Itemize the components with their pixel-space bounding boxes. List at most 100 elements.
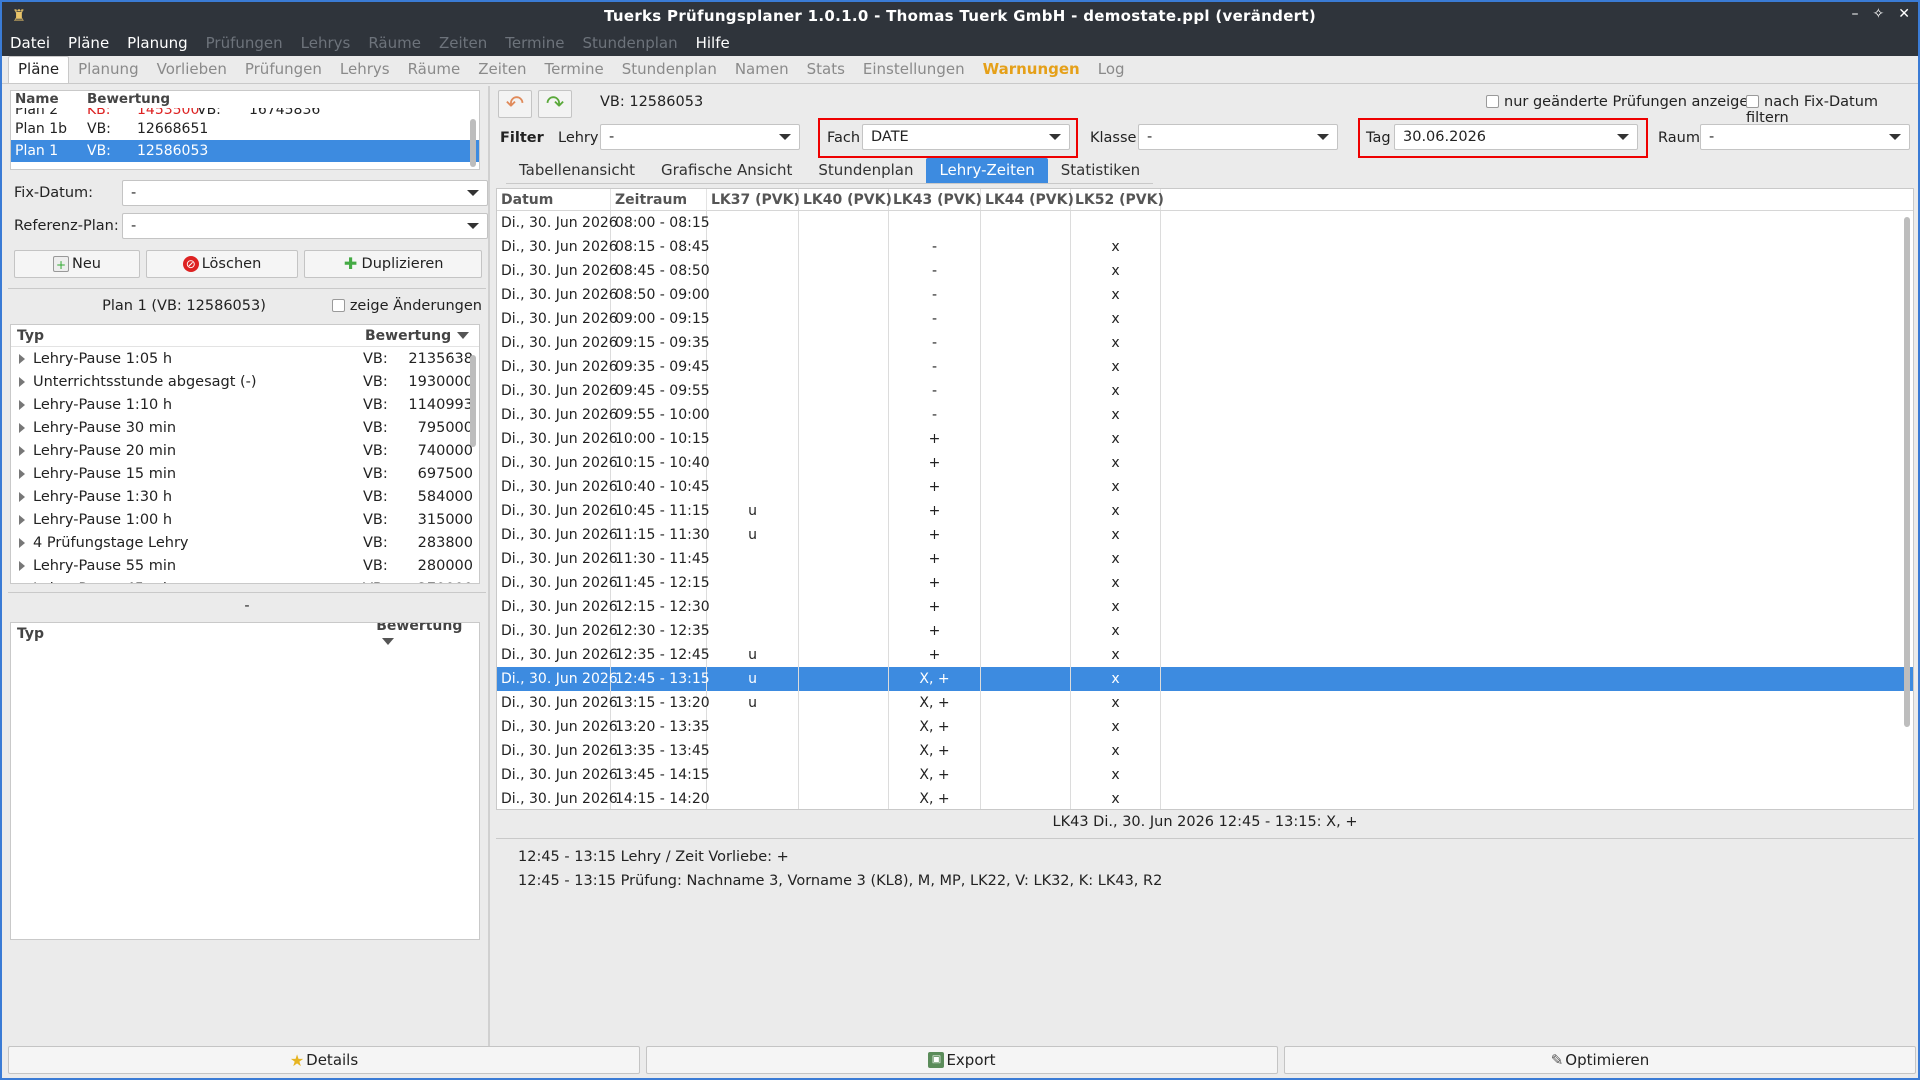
table-row[interactable]: Di., 30. Jun 2026 14:15 - 14:20 X, + x — [497, 787, 1913, 809]
tab-log[interactable]: Log — [1089, 60, 1134, 83]
tab-lehry-zeiten[interactable]: Lehry-Zeiten — [926, 158, 1048, 184]
table-row[interactable]: Di., 30. Jun 2026 09:45 - 09:55 - x — [497, 379, 1913, 403]
optimize-button[interactable]: ✎ Optimieren — [1284, 1046, 1916, 1074]
menu-datei[interactable]: Datei — [10, 34, 50, 52]
rating-row[interactable]: Lehry-Pause 1:05 h VB: 2135638 — [11, 347, 479, 370]
table-row[interactable]: Di., 30. Jun 2026 11:15 - 11:30 u + x — [497, 523, 1913, 547]
menu-hilfe[interactable]: Hilfe — [696, 34, 730, 52]
filter-raum-select[interactable]: - — [1700, 124, 1910, 150]
tab-vorlieben[interactable]: Vorlieben — [148, 60, 236, 83]
table-header-cell[interactable]: LK40 (PVK) — [799, 189, 892, 210]
tab-tabellenansicht[interactable]: Tabellenansicht — [506, 158, 649, 184]
table-scrollbar[interactable] — [1904, 217, 1910, 727]
expand-icon[interactable] — [19, 468, 25, 479]
duplicate-button[interactable]: ✚ Duplizieren — [304, 250, 482, 278]
details-button[interactable]: ★ Details — [8, 1046, 640, 1074]
expand-icon[interactable] — [19, 399, 25, 410]
table-row[interactable]: Di., 30. Jun 2026 12:15 - 12:30 + x — [497, 595, 1913, 619]
table-header-cell[interactable]: Zeitraum — [611, 189, 707, 210]
show-changes-checkbox[interactable]: zeige Änderungen — [331, 298, 482, 314]
tab-plaene[interactable]: Pläne — [8, 56, 70, 83]
expand-icon[interactable] — [19, 537, 25, 548]
expand-icon[interactable] — [19, 445, 25, 456]
plans-row-cut[interactable]: Plan 2 KB: 1453500 VB: 16745836 — [11, 108, 479, 118]
table-row[interactable]: Di., 30. Jun 2026 13:15 - 13:20 u X, + x — [497, 691, 1913, 715]
expand-icon[interactable] — [19, 422, 25, 433]
new-button[interactable]: + Neu — [14, 250, 140, 278]
plans-col-rating[interactable]: Bewertung — [87, 91, 170, 108]
rating-row[interactable]: 4 Prüfungstage Lehry VB: 283800 — [11, 531, 479, 554]
expand-icon[interactable] — [19, 376, 25, 387]
expand-icon[interactable] — [19, 514, 25, 525]
table-row[interactable]: Di., 30. Jun 2026 13:35 - 13:45 X, + x — [497, 739, 1913, 763]
table-row[interactable]: Di., 30. Jun 2026 08:00 - 08:15 — [497, 211, 1913, 235]
rating-row[interactable]: Lehry-Pause 1:30 h VB: 584000 — [11, 485, 479, 508]
table-row[interactable]: Di., 30. Jun 2026 12:30 - 12:35 + x — [497, 619, 1913, 643]
table-row[interactable]: Di., 30. Jun 2026 13:45 - 14:15 X, + x — [497, 763, 1913, 787]
table-row[interactable]: Di., 30. Jun 2026 09:00 - 09:15 - x — [497, 307, 1913, 331]
table-header-cell[interactable]: LK44 (PVK) — [981, 189, 1074, 210]
table-header-cell[interactable]: LK37 (PVK) — [707, 189, 800, 210]
tab-warnungen[interactable]: Warnungen — [974, 60, 1089, 83]
table-header-cell[interactable]: Datum — [497, 189, 611, 210]
plans-scrollbar[interactable] — [470, 119, 476, 167]
close-icon[interactable]: ✕ — [1898, 6, 1910, 22]
splitter[interactable] — [488, 86, 490, 1046]
filter-fixdate-checkbox[interactable]: nach Fix-Datum filtern — [1746, 94, 1916, 126]
fix-date-select[interactable]: - — [122, 180, 488, 206]
table-header-cell[interactable]: LK52 (PVK) — [1071, 189, 1164, 210]
table-row[interactable]: Di., 30. Jun 2026 10:45 - 11:15 u + x — [497, 499, 1913, 523]
table-row[interactable]: Di., 30. Jun 2026 08:50 - 09:00 - x — [497, 283, 1913, 307]
table-row[interactable]: Di., 30. Jun 2026 10:15 - 10:40 + x — [497, 451, 1913, 475]
plans-col-name[interactable]: Name — [15, 91, 87, 108]
rating-row[interactable]: Lehry-Pause 15 min VB: 697500 — [11, 462, 479, 485]
export-button[interactable]: ▣ Export — [646, 1046, 1278, 1074]
maximize-icon[interactable]: ✧ — [1873, 6, 1885, 22]
tab-pruefungen[interactable]: Prüfungen — [236, 60, 331, 83]
rating-col-rating[interactable]: Bewertung — [365, 328, 470, 344]
tab-zeiten[interactable]: Zeiten — [469, 60, 535, 83]
table-row-selected[interactable]: Di., 30. Jun 2026 12:45 - 13:15 u X, + x — [497, 667, 1913, 691]
tab-grafische-ansicht[interactable]: Grafische Ansicht — [648, 158, 806, 184]
rating-row[interactable]: Unterrichtsstunde abgesagt (-) VB: 1930000 — [11, 370, 479, 393]
filter-tag-select[interactable]: 30.06.2026 — [1394, 124, 1638, 150]
rating-col-type[interactable]: Typ — [17, 328, 365, 344]
detail-col-type[interactable]: Typ — [17, 626, 376, 642]
rating-scrollbar[interactable] — [470, 355, 476, 447]
table-row[interactable]: Di., 30. Jun 2026 10:00 - 10:15 + x — [497, 427, 1913, 451]
menu-plaene[interactable]: Pläne — [68, 34, 109, 52]
tab-stats[interactable]: Stats — [798, 60, 854, 83]
rating-row[interactable]: Lehry-Pause 45 minVB:270000 — [11, 577, 479, 584]
expand-icon[interactable] — [19, 353, 25, 364]
table-row[interactable]: Di., 30. Jun 2026 11:45 - 12:15 + x — [497, 571, 1913, 595]
minimize-icon[interactable]: – — [1852, 6, 1859, 22]
filter-lehry-select[interactable]: - — [600, 124, 800, 150]
tab-stundenplan-view[interactable]: Stundenplan — [805, 158, 927, 184]
expand-icon[interactable] — [19, 584, 25, 585]
table-row[interactable]: Di., 30. Jun 2026 13:20 - 13:35 X, + x — [497, 715, 1913, 739]
rating-row[interactable]: Lehry-Pause 1:00 h VB: 315000 — [11, 508, 479, 531]
filter-fach-select[interactable]: DATE — [862, 124, 1070, 150]
table-row[interactable]: Di., 30. Jun 2026 09:55 - 10:00 - x — [497, 403, 1913, 427]
tab-namen[interactable]: Namen — [726, 60, 798, 83]
table-row[interactable]: Di., 30. Jun 2026 09:35 - 09:45 - x — [497, 355, 1913, 379]
filter-klasse-select[interactable]: - — [1138, 124, 1338, 150]
table-row[interactable]: Di., 30. Jun 2026 10:40 - 10:45 + x — [497, 475, 1913, 499]
expand-icon[interactable] — [19, 560, 25, 571]
table-row[interactable]: Di., 30. Jun 2026 08:45 - 08:50 - x — [497, 259, 1913, 283]
menu-planung[interactable]: Planung — [127, 34, 187, 52]
only-changed-checkbox[interactable]: nur geänderte Prüfungen anzeigen — [1486, 94, 1757, 110]
table-header-cell[interactable]: LK43 (PVK) — [889, 189, 982, 210]
ref-plan-select[interactable]: - — [122, 213, 488, 239]
rating-row[interactable]: Lehry-Pause 30 min VB: 795000 — [11, 416, 479, 439]
table-row[interactable]: Di., 30. Jun 2026 11:30 - 11:45 + x — [497, 547, 1913, 571]
table-row[interactable]: Di., 30. Jun 2026 12:35 - 12:45 u + x — [497, 643, 1913, 667]
tab-planung[interactable]: Planung — [69, 60, 147, 83]
expand-icon[interactable] — [19, 491, 25, 502]
table-row[interactable]: Di., 30. Jun 2026 08:15 - 08:45 - x — [497, 235, 1913, 259]
tab-statistiken[interactable]: Statistiken — [1047, 158, 1154, 184]
tab-einstellungen[interactable]: Einstellungen — [854, 60, 974, 83]
redo-button[interactable]: ↷ — [538, 90, 572, 118]
rating-row[interactable]: Lehry-Pause 20 min VB: 740000 — [11, 439, 479, 462]
plans-row[interactable]: Plan 1b VB: 12668651 — [11, 118, 479, 140]
